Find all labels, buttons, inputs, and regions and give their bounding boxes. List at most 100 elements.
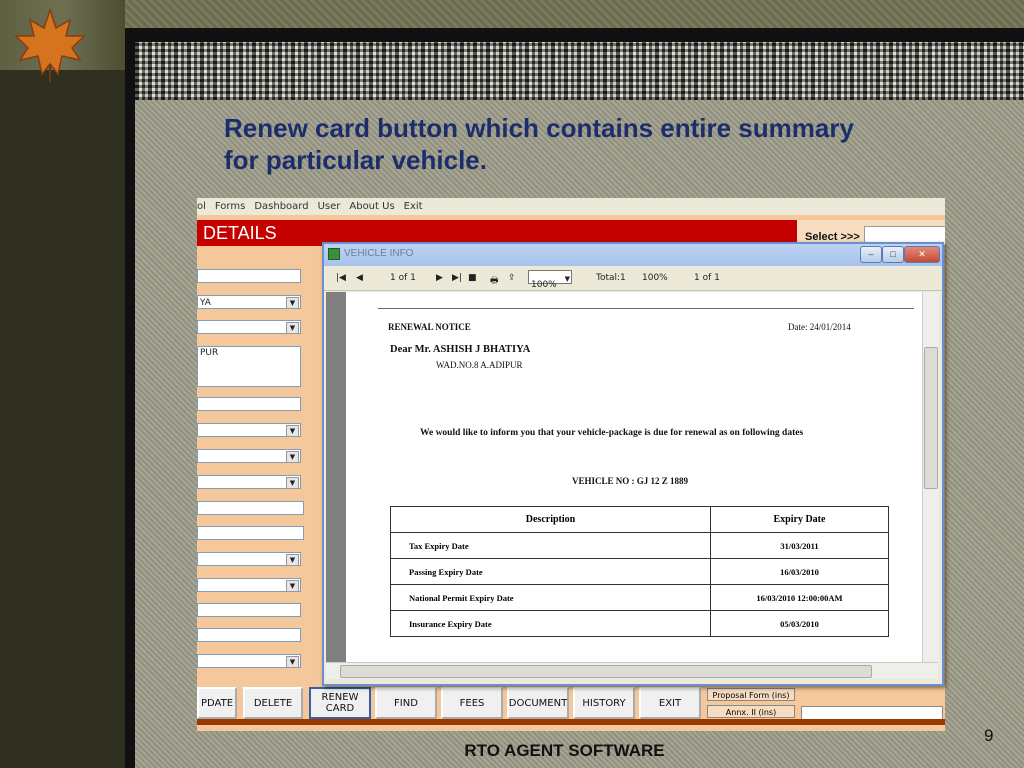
form-field-9[interactable] [197,501,304,515]
viewer-titlebar: VEHICLE INFO – □ ✕ [324,244,942,266]
chevron-down-icon[interactable]: ▼ [286,580,299,592]
slide-page-number: 9 [984,726,994,745]
viewer-title: VEHICLE INFO [344,248,414,259]
page-count-label: 1 of 1 [694,273,720,283]
menu-item-tool[interactable]: ol [197,201,206,212]
report-top-rule [378,308,914,309]
stop-icon[interactable]: ■ [468,273,477,283]
address-textarea-value: PUR [200,348,219,358]
table-row: Tax Expiry Date 31/03/2011 [390,532,889,559]
form-dropdown-7[interactable]: ▼ [197,449,301,463]
renew-card-button[interactable]: RENEW CARD [309,687,371,719]
menu-item-dashboard[interactable]: Dashboard [254,201,308,212]
prev-page-icon[interactable]: ◀ [356,273,363,283]
row-description: Tax Expiry Date [390,532,711,559]
slide-heading: Renew card button which contains entire … [224,112,944,176]
column-header-expiry-date: Expiry Date [710,506,889,533]
vertical-scrollbar[interactable] [922,292,939,662]
report-page: RENEWAL NOTICE Date: 24/01/2014 Dear Mr.… [346,292,922,662]
vertical-scroll-thumb[interactable] [924,347,938,489]
app-bottom-border [197,719,945,725]
proposal-form-button[interactable]: Proposal Form (ins) [707,688,795,701]
chevron-down-icon[interactable]: ▼ [286,477,299,489]
zoom-value: 100% [531,280,557,290]
form-dropdown-12[interactable]: ▼ [197,578,301,592]
annx-ii-button[interactable]: Annx. II (ins) [707,705,795,718]
slide-left-black-bar [125,28,135,768]
table-row: National Permit Expiry Date 16/03/2010 1… [390,584,889,611]
row-description: Insurance Expiry Date [390,610,711,637]
chevron-down-icon[interactable]: ▼ [286,451,299,463]
print-icon[interactable]: 🖶 [490,273,499,289]
table-header-row: Description Expiry Date [390,506,889,533]
maximize-icon[interactable]: □ [882,246,904,263]
address: WAD.NO.8 A.ADIPUR [436,360,523,370]
form-dropdown-6[interactable]: ▼ [197,423,301,437]
form-dropdown-15[interactable]: ▼ [197,654,301,668]
chevron-down-icon[interactable]: ▼ [286,554,299,566]
menu-item-forms[interactable]: Forms [215,201,245,212]
last-page-icon[interactable]: ▶| [452,273,462,283]
minimize-icon[interactable]: – [860,246,882,263]
form-dropdown-3[interactable]: ▼ [197,320,301,334]
report-page-area: RENEWAL NOTICE Date: 24/01/2014 Dear Mr.… [326,292,922,662]
table-row: Insurance Expiry Date 05/03/2010 [390,610,889,637]
maple-leaf-icon [14,7,86,82]
zoom-select[interactable]: 100% ▼ [528,270,572,290]
delete-button[interactable]: DELETE [243,687,303,719]
vehicle-number: VEHICLE NO : GJ 12 Z 1889 [572,476,689,486]
update-button[interactable]: PDATE [197,687,237,719]
report-viewer-window: VEHICLE INFO – □ ✕ |◀ ◀ 1 of 1 ▶ ▶| ■ 🖶 … [322,242,944,686]
form-field-14[interactable] [197,628,301,642]
notice-title: RENEWAL NOTICE [388,322,471,332]
menu-item-about-us[interactable]: About Us [349,201,394,212]
form-field-13[interactable] [197,603,301,617]
find-button[interactable]: FIND [375,687,437,719]
total-label: Total:1 [596,273,626,283]
page-indicator: 1 of 1 [390,273,416,283]
row-expiry-date: 31/03/2011 [710,532,889,559]
notice-message: We would like to inform you that your ve… [420,428,804,438]
slide-footer: RTO AGENT SOFTWARE [464,741,665,760]
heading-line-2: for particular vehicle. [224,145,487,175]
row-expiry-date: 16/03/2010 [710,558,889,585]
expiry-table: Description Expiry Date Tax Expiry Date … [390,506,889,637]
menu-item-exit[interactable]: Exit [404,201,423,212]
slide-left-dark-panel [0,70,125,768]
first-page-icon[interactable]: |◀ [336,273,346,283]
app-icon [328,248,340,260]
row-description: Passing Expiry Date [390,558,711,585]
row-expiry-date: 05/03/2010 [710,610,889,637]
chevron-down-icon[interactable]: ▼ [286,425,299,437]
chevron-down-icon[interactable]: ▼ [286,656,299,668]
export-icon[interactable]: ⇪ [508,273,516,283]
table-row: Passing Expiry Date 16/03/2010 [390,558,889,585]
horizontal-scrollbar[interactable] [326,662,938,679]
fees-button[interactable]: FEES [441,687,503,719]
salutation: Dear Mr. ASHISH J BHATIYA [390,344,531,355]
close-icon[interactable]: ✕ [904,246,940,263]
horizontal-scroll-thumb[interactable] [340,665,872,678]
row-expiry-date: 16/03/2010 12:00:00AM [710,584,889,611]
exit-button[interactable]: EXIT [639,687,701,719]
form-dropdown-11[interactable]: ▼ [197,552,301,566]
next-page-icon[interactable]: ▶ [436,273,443,283]
document-button[interactable]: DOCUMENT [507,687,569,719]
form-dropdown-8[interactable]: ▼ [197,475,301,489]
viewer-toolbar: |◀ ◀ 1 of 1 ▶ ▶| ■ 🖶 ⇪ 100% ▼ Total:1 10… [324,266,942,291]
chevron-down-icon[interactable]: ▼ [286,322,299,334]
address-textarea[interactable]: PUR [197,346,301,387]
app-menubar: ol Forms Dashboard User About Us Exit [197,198,945,215]
history-button[interactable]: HISTORY [573,687,635,719]
chevron-down-icon[interactable]: ▼ [286,297,299,309]
chevron-down-icon[interactable]: ▼ [565,272,570,286]
form-field-5[interactable] [197,397,301,411]
notice-date: Date: 24/01/2014 [788,322,851,332]
form-field-1[interactable] [197,269,301,283]
form-dropdown-2[interactable]: YA ▼ [197,295,301,309]
slide-black-bar [125,28,1024,42]
slide-texture-band [135,42,1024,100]
menu-item-user[interactable]: User [318,201,341,212]
form-field-10[interactable] [197,526,304,540]
heading-line-1: Renew card button which contains entire … [224,113,854,143]
